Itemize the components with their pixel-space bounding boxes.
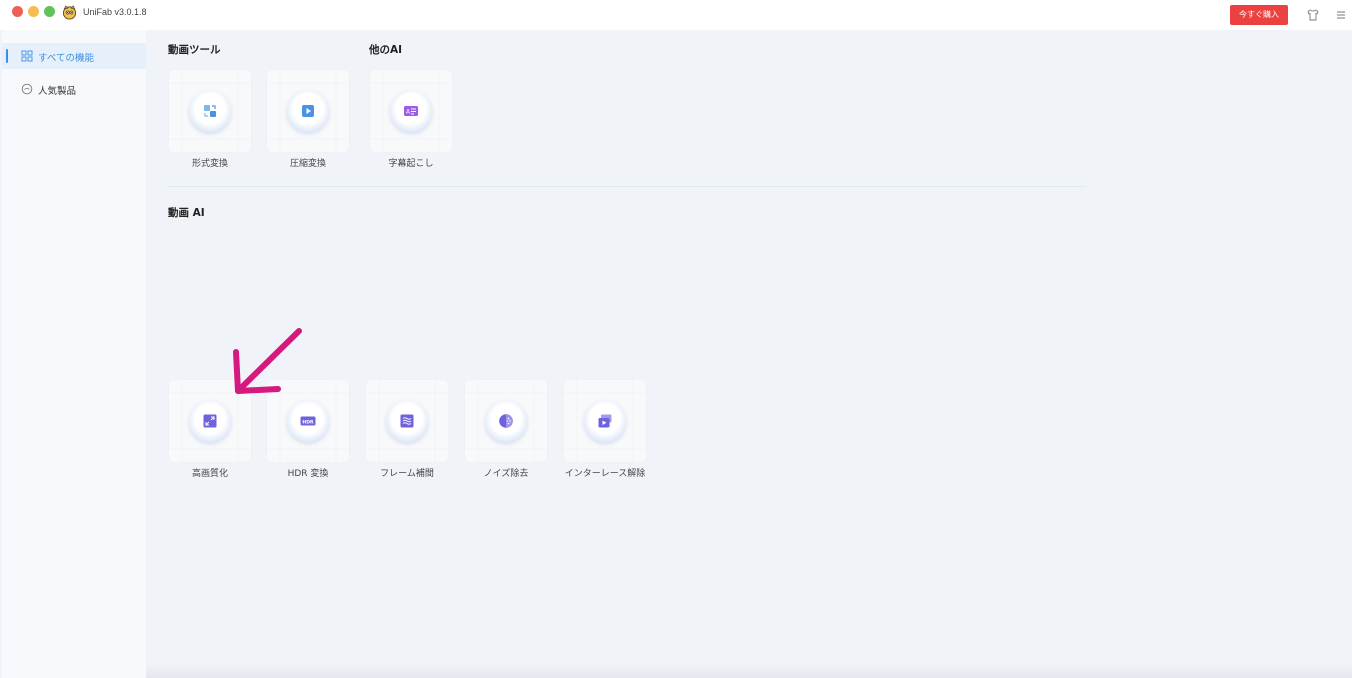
- tile-label: 字幕起こし: [388, 159, 434, 169]
- annotation-arrow-icon: [233, 328, 302, 394]
- frame-interpolation-icon: [400, 414, 414, 428]
- tile-subtitle[interactable]: A: [369, 69, 453, 153]
- tile-deinterlace[interactable]: [563, 379, 647, 463]
- hdr-icon-text: HDR: [302, 419, 314, 425]
- subtitle-icon: A: [404, 106, 418, 116]
- tile-label: 高画質化: [191, 469, 228, 479]
- tile-denoise[interactable]: [464, 379, 548, 463]
- tile-frame-interpolation[interactable]: [365, 379, 449, 463]
- section-title-video-ai: 動画 AI: [168, 207, 205, 219]
- zoom-window-button[interactable]: [44, 6, 55, 17]
- close-window-button[interactable]: [12, 6, 23, 17]
- menu-icon[interactable]: [1334, 8, 1348, 22]
- sidebar-item-popular-products[interactable]: 人気製品: [2, 76, 146, 102]
- upscale-icon: [203, 414, 217, 428]
- app-title: UniFab v3.0.1.8: [83, 7, 147, 17]
- title-bar: UniFab v3.0.1.8 今すぐ購入: [0, 0, 1352, 30]
- hdr-icon: HDR: [300, 416, 316, 426]
- buy-now-button[interactable]: 今すぐ購入: [1230, 5, 1288, 25]
- section-title-other-ai: 他のAI: [369, 44, 403, 56]
- minimize-window-button[interactable]: [28, 6, 39, 17]
- format-convert-icon: [204, 105, 216, 117]
- tile-compress[interactable]: [266, 69, 350, 153]
- tile-format-convert[interactable]: [168, 69, 252, 153]
- tile-label: HDR 変換: [287, 469, 329, 479]
- shirt-icon[interactable]: [1306, 8, 1320, 22]
- sidebar-item-label: すべての機能: [38, 53, 94, 64]
- section-divider: [168, 186, 1086, 187]
- tile-label: インターレース解除: [564, 469, 646, 479]
- unifab-logo-icon: [62, 5, 77, 20]
- deinterlace-icon: [598, 414, 612, 428]
- tile-label: ノイズ除去: [483, 469, 529, 479]
- sidebar: すべての機能 人気製品: [2, 30, 146, 678]
- tile-label: 圧縮変換: [289, 159, 326, 169]
- denoise-icon: [499, 414, 513, 428]
- tile-label: フレーム補間: [380, 469, 434, 479]
- tile-label: 形式変換: [191, 159, 228, 169]
- circle-icon: [21, 83, 33, 95]
- compress-icon: [302, 105, 314, 117]
- sidebar-item-all-features[interactable]: すべての機能: [2, 43, 146, 69]
- sidebar-item-label: 人気製品: [38, 86, 77, 97]
- bottom-shadow: [146, 664, 1352, 678]
- section-title-video-tools: 動画ツール: [168, 44, 221, 56]
- grid-icon: [21, 50, 33, 62]
